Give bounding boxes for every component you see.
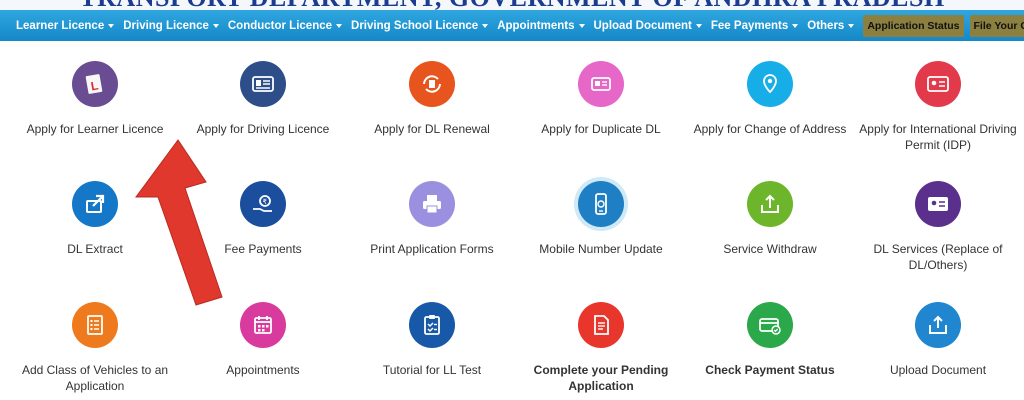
service-label: Upload Document <box>889 363 987 377</box>
mobile-phone-icon <box>578 181 624 227</box>
caret-down-icon <box>108 23 115 28</box>
nav-label: Others <box>807 19 845 32</box>
clipboard-icon <box>409 302 455 348</box>
service-label: Check Payment Status <box>705 363 835 377</box>
main-nav: Learner Licence Driving Licence Conducto… <box>0 10 1024 41</box>
upload-tray-icon <box>747 181 793 227</box>
payment-card-icon <box>747 302 793 348</box>
service-complete-pending-application[interactable]: Complete your Pending Application <box>516 302 686 394</box>
banner-title: TRANSPORT DEPARTMENT, GOVERNMENT OF ANDH… <box>0 0 1024 10</box>
license-card-icon <box>915 181 961 227</box>
caret-down-icon <box>848 23 855 28</box>
caret-down-icon <box>792 23 799 28</box>
service-label: Print Application Forms <box>370 242 494 256</box>
service-label: DL Extract <box>67 242 123 256</box>
service-label: Service Withdraw <box>723 242 817 256</box>
service-label: Complete your Pending Application <box>533 363 669 393</box>
checklist-icon <box>72 302 118 348</box>
printer-icon <box>409 181 455 227</box>
nav-label: Fee Payments <box>710 19 789 32</box>
service-tutorial-ll-test[interactable]: Tutorial for LL Test <box>347 302 517 378</box>
renewal-icon <box>409 61 455 107</box>
service-appointments[interactable]: Appointments <box>178 302 348 378</box>
service-apply-driving-licence[interactable]: Apply for Driving Licence <box>178 61 348 137</box>
nav-driving-licence[interactable]: Driving Licence <box>123 20 219 32</box>
id-card-icon <box>240 61 286 107</box>
service-label: Apply for Learner Licence <box>26 122 164 136</box>
duplicate-card-icon <box>578 61 624 107</box>
nav-label: Learner Licence <box>16 19 105 32</box>
service-apply-dl-renewal[interactable]: Apply for DL Renewal <box>347 61 517 137</box>
page: TRANSPORT DEPARTMENT, GOVERNMENT OF ANDH… <box>0 0 1024 400</box>
nav-others[interactable]: Others <box>807 19 855 32</box>
location-pin-icon <box>747 61 793 107</box>
caret-down-icon <box>695 23 702 28</box>
nav-appointments[interactable]: Appointments <box>497 19 585 32</box>
application-status-button[interactable]: Application Status <box>863 14 964 37</box>
service-label: DL Services (Replace of DL/Others) <box>873 242 1003 272</box>
service-upload-document[interactable]: Upload Document <box>853 302 1023 378</box>
share-arrow-icon <box>72 181 118 227</box>
service-fee-payments[interactable]: ₹ Fee Payments <box>178 181 348 257</box>
service-service-withdraw[interactable]: Service Withdraw <box>685 181 855 257</box>
service-apply-learner-licence[interactable]: L Apply for Learner Licence <box>10 61 180 137</box>
service-label: Apply for Duplicate DL <box>541 122 661 136</box>
service-label: Appointments <box>226 363 300 377</box>
caret-down-icon <box>482 23 489 28</box>
header-banner: TRANSPORT DEPARTMENT, GOVERNMENT OF ANDH… <box>0 0 1024 10</box>
service-apply-duplicate-dl[interactable]: Apply for Duplicate DL <box>516 61 686 137</box>
document-icon <box>578 302 624 348</box>
nav-fee-payments[interactable]: Fee Payments <box>710 19 799 32</box>
service-label: Apply for DL Renewal <box>374 122 490 136</box>
service-label: Add Class of Vehicles to an Application <box>21 363 169 393</box>
caret-down-icon <box>578 23 585 28</box>
nav-label: Upload Document <box>593 19 692 32</box>
service-label: Tutorial for LL Test <box>382 363 482 377</box>
service-change-of-address[interactable]: Apply for Change of Address <box>685 61 855 137</box>
file-grievance-button[interactable]: File Your Grievance <box>969 14 1024 37</box>
nav-driving-school-licence[interactable]: Driving School Licence <box>351 19 489 32</box>
caret-down-icon <box>336 23 343 28</box>
caret-down-icon <box>212 23 219 28</box>
payment-hand-icon: ₹ <box>240 181 286 227</box>
permit-card-icon <box>915 61 961 107</box>
service-dl-services-replace[interactable]: DL Services (Replace of DL/Others) <box>853 181 1023 273</box>
nav-label: Appointments <box>497 19 575 32</box>
service-mobile-number-update[interactable]: Mobile Number Update <box>516 181 686 257</box>
nav-learner-licence[interactable]: Learner Licence <box>16 19 115 32</box>
service-print-application-forms[interactable]: Print Application Forms <box>347 181 517 257</box>
service-label: Apply for Driving Licence <box>196 122 330 136</box>
nav-conductor-licence[interactable]: Conductor Licence <box>227 19 343 32</box>
service-label: Mobile Number Update <box>539 242 663 256</box>
service-international-driving-permit[interactable]: Apply for International Driving Permit (… <box>853 61 1023 153</box>
nav-label: Driving Licence <box>123 19 209 32</box>
svg-text:₹: ₹ <box>263 198 268 206</box>
service-label: Apply for International Driving Permit (… <box>859 122 1017 152</box>
service-check-payment-status[interactable]: Check Payment Status <box>685 302 855 378</box>
nav-label: Driving School Licence <box>351 19 479 32</box>
service-label: Apply for Change of Address <box>693 122 847 136</box>
learner-l-icon: L <box>72 61 118 107</box>
calendar-icon <box>240 302 286 348</box>
service-label: Fee Payments <box>224 242 302 256</box>
nav-label: Conductor Licence <box>227 19 333 32</box>
service-add-class-of-vehicles[interactable]: Add Class of Vehicles to an Application <box>10 302 180 394</box>
nav-upload-document[interactable]: Upload Document <box>594 20 702 32</box>
service-dl-extract[interactable]: DL Extract <box>10 181 180 257</box>
upload-box-icon <box>915 302 961 348</box>
